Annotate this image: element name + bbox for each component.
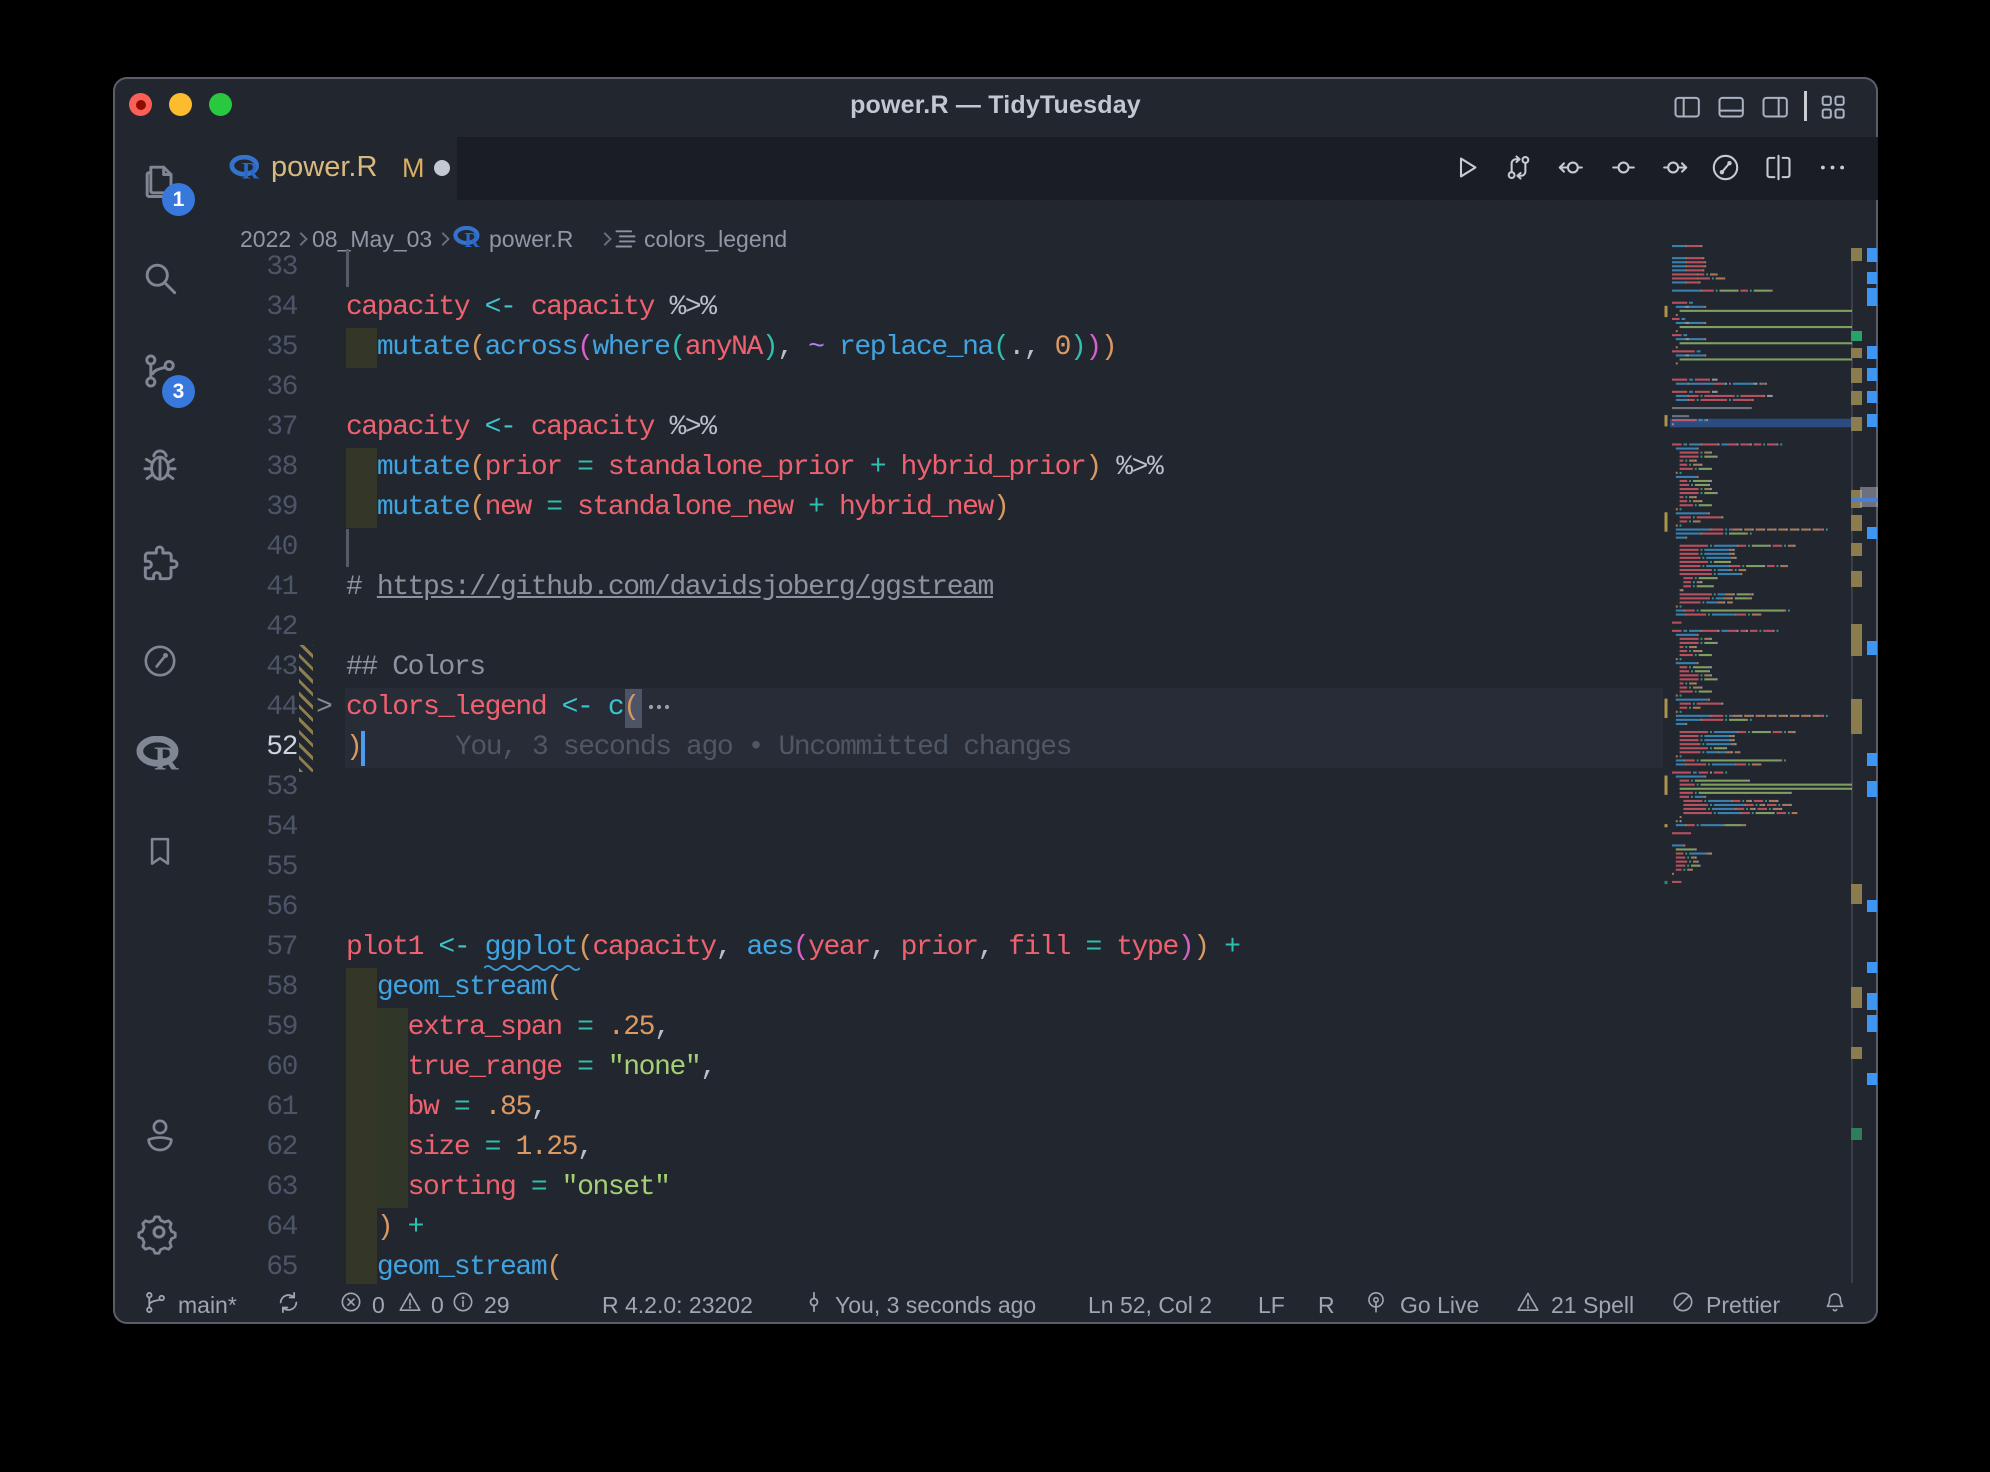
svg-text:R: R <box>154 741 179 773</box>
svg-text:R: R <box>464 228 480 249</box>
svg-text:R: R <box>242 159 260 181</box>
